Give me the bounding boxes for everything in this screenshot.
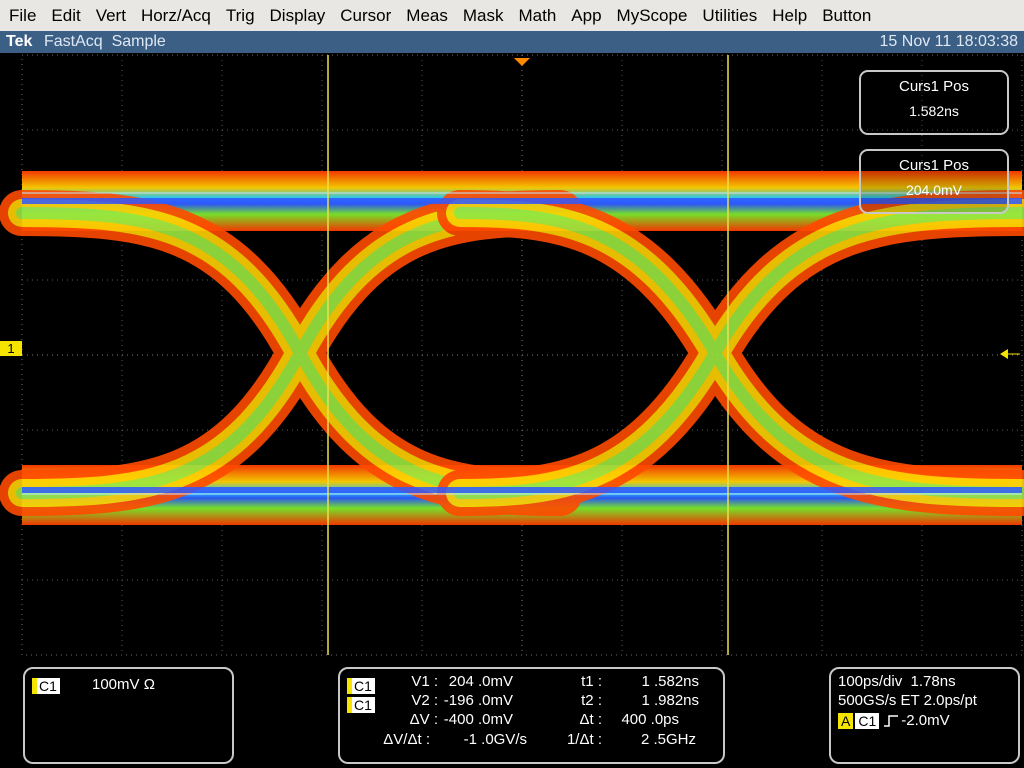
menu-trig[interactable]: Trig — [218, 0, 262, 31]
date-time: 15 Nov 11 18:03:38 — [879, 33, 1018, 50]
menu-app[interactable]: App — [563, 0, 608, 31]
graticule — [0, 54, 1024, 656]
channel-1-marker[interactable]: 1 — [0, 341, 22, 356]
menu-math[interactable]: Math — [511, 0, 564, 31]
curs1-voltage-value: 204.0mV — [905, 182, 963, 198]
menu-vert[interactable]: Vert — [88, 0, 133, 31]
t2-value: 1 .982ns — [641, 692, 699, 709]
v1-value: 204 .0mV — [448, 673, 513, 690]
trigger-a-tag: A — [838, 712, 854, 729]
trigger-readout: A C1 -2.0mV — [838, 712, 950, 729]
inv-dt-label: 1/Δt : — [566, 731, 602, 748]
menu-utilities[interactable]: Utilities — [694, 0, 764, 31]
menu-meas[interactable]: Meas — [398, 0, 455, 31]
channel-1-tag: C1 — [32, 678, 60, 694]
dv-dt-value: -1 .0GV/s — [463, 731, 527, 748]
trigger-level: -2.0mV — [901, 712, 950, 729]
channel-1-marker-label: 1 — [7, 341, 15, 356]
menu-bar: File Edit Vert Horz/Acq Trig Display Cur… — [0, 0, 1024, 32]
acquisition-mode: FastAcq Sample — [44, 33, 166, 50]
dv-dt-label: ΔV/Δt : — [383, 731, 430, 748]
menu-mask[interactable]: Mask — [455, 0, 511, 31]
curs1-voltage-readout[interactable]: Curs1 Pos 204.0mV — [859, 149, 1009, 214]
v1-channel-tag: C1 — [347, 678, 375, 694]
menu-button[interactable]: Button — [814, 0, 878, 31]
delta-v-value: -400 .0mV — [443, 711, 513, 728]
t1-value: 1 .582ns — [641, 673, 699, 690]
grid-lines — [22, 55, 1022, 655]
horizontal-scale: 100ps/div 1.78ns — [838, 673, 956, 690]
waveform-display[interactable]: 1 Curs1 Pos 1.582ns Curs1 Pos 204.0mV — [0, 53, 1024, 659]
menu-cursor[interactable]: Cursor — [332, 0, 398, 31]
menu-horz-acq[interactable]: Horz/Acq — [133, 0, 218, 31]
eye-diagram — [0, 171, 1024, 525]
v2-channel-tag: C1 — [347, 697, 375, 713]
menu-display[interactable]: Display — [262, 0, 333, 31]
curs1-time-title: Curs1 Pos — [898, 78, 970, 95]
menu-myscope[interactable]: MyScope — [609, 0, 695, 31]
trigger-channel-tag: C1 — [855, 712, 880, 729]
channel-readout-panel[interactable]: C1 100mV Ω — [23, 667, 234, 764]
t1-label: t1 : — [581, 673, 602, 690]
cursor-readout-panel[interactable]: C1 C1 V1 : 204 .0mV V2 : -196 .0mV ΔV : … — [338, 667, 725, 764]
trigger-position-marker[interactable] — [514, 58, 530, 66]
curs1-voltage-title: Curs1 Pos — [898, 157, 970, 174]
delta-t-label: Δt : — [579, 711, 602, 728]
v2-value: -196 .0mV — [443, 692, 513, 709]
t2-label: t2 : — [581, 692, 602, 709]
tek-logo: Tek — [6, 33, 33, 50]
horizontal-trigger-panel[interactable]: 100ps/div 1.78ns 500GS/s ET 2.0ps/pt A C… — [829, 667, 1020, 764]
channel-1-scale: 100mV Ω — [92, 676, 155, 693]
menu-help[interactable]: Help — [764, 0, 814, 31]
sample-rate: 500GS/s ET 2.0ps/pt — [838, 692, 977, 709]
inv-dt-value: 2 .5GHz — [640, 731, 696, 748]
trigger-level-marker[interactable] — [1000, 349, 1008, 359]
status-bar: Tek FastAcq Sample 15 Nov 11 18:03:38 — [0, 31, 1024, 53]
rising-edge-icon — [884, 714, 899, 727]
delta-v-label: ΔV : — [409, 711, 438, 728]
v1-label: V1 : — [411, 673, 438, 690]
curs1-time-value: 1.582ns — [909, 103, 959, 119]
curs1-time-readout[interactable]: Curs1 Pos 1.582ns — [859, 70, 1009, 135]
delta-t-value: 400 .0ps — [621, 711, 679, 728]
v2-label: V2 : — [411, 692, 438, 709]
menu-file[interactable]: File — [0, 0, 43, 31]
menu-edit[interactable]: Edit — [43, 0, 87, 31]
